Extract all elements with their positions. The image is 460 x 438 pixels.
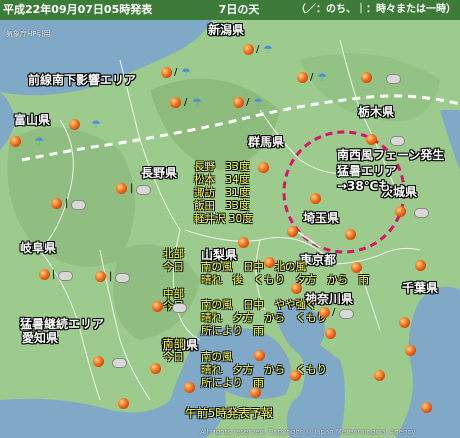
legend-note: （／：のち、｜：時々または一時）: [296, 4, 456, 15]
note-foehn-1: 南西風フェーン発生: [337, 148, 445, 162]
pref-niigata: 新潟県: [208, 23, 245, 37]
sun-icon: [258, 162, 269, 173]
fc-central-wind: 南の風 日中 やや強く: [201, 299, 317, 311]
cloud-icon: [414, 208, 429, 218]
sun-icon: [10, 136, 21, 147]
umbrella-icon: ☂: [317, 71, 327, 84]
temp-row-2: 松本 34度: [194, 174, 250, 186]
sun-icon: [95, 271, 106, 282]
fc-central-weather-2: 所により 雨: [201, 325, 264, 337]
temp-row-3: 諏訪 31度: [194, 187, 250, 199]
sun-icon: [161, 67, 172, 78]
sun-icon: [325, 328, 336, 339]
sun-icon: [290, 370, 301, 381]
umbrella-icon: ☂: [192, 96, 202, 109]
cloud-icon: [390, 136, 405, 146]
sun-icon: [351, 262, 362, 273]
cloud-icon: [112, 358, 127, 368]
sun-icon: [170, 97, 181, 108]
pref-saitama: 埼玉県: [303, 211, 340, 225]
sun-icon: [118, 398, 129, 409]
cloud-icon: [115, 273, 130, 283]
cloud-icon: [339, 309, 354, 319]
source-credit: 気象庁HP引用: [6, 30, 51, 38]
sun-icon: [238, 237, 249, 248]
cloud-icon: [58, 271, 73, 281]
sun-icon: [254, 350, 265, 361]
sun-icon: [395, 206, 406, 217]
sun-icon: [366, 134, 377, 145]
temp-row-1: 長野 33度: [194, 161, 250, 173]
fc-south-weather: 晴れ 夕方 から くもり: [201, 364, 327, 376]
sun-icon: [152, 301, 163, 312]
sun-icon: [345, 229, 356, 240]
cloud-icon: [172, 303, 187, 313]
pref-nagano: 長野県: [141, 166, 178, 180]
sun-icon: [405, 345, 416, 356]
day-label: 7日の天気: [214, 0, 264, 36]
sun-icon: [93, 356, 104, 367]
sun-icon: [297, 72, 308, 83]
forecast-footer: 午前5時発表予報: [185, 406, 273, 420]
sun-icon: [243, 44, 254, 55]
umbrella-icon: ☂: [91, 118, 101, 131]
sun-icon: [150, 363, 161, 374]
fc-north-region: 北部: [163, 248, 184, 260]
sun-icon: [233, 97, 244, 108]
sun-icon: [39, 269, 50, 280]
fc-north-wind: 南の風 日中 北の風: [201, 261, 306, 273]
sun-icon: [310, 193, 321, 204]
cloud-icon: [71, 200, 86, 210]
sun-icon: [250, 387, 261, 398]
umbrella-icon: ☂: [253, 96, 263, 109]
sun-icon: [69, 119, 80, 130]
sun-icon: [399, 317, 410, 328]
sun-icon: [421, 402, 432, 413]
sun-icon: [374, 370, 385, 381]
umbrella-icon: ☂: [181, 66, 191, 79]
pref-gunma: 群馬県: [248, 135, 285, 149]
sun-icon: [287, 226, 298, 237]
pref-toyama: 富山県: [14, 113, 51, 127]
sun-icon: [264, 257, 275, 268]
sun-icon: [319, 307, 330, 318]
umbrella-icon: ☂: [34, 135, 44, 148]
pref-chiba: 千葉県: [402, 281, 439, 295]
note-front-south: 前線南下影響エリア: [28, 73, 137, 87]
pref-gifu: 岐阜県: [20, 241, 57, 255]
temp-row-4: 飯田 33度: [194, 200, 250, 212]
umbrella-icon: ☂: [263, 43, 273, 56]
sun-icon: [415, 260, 426, 271]
weather-map: 平成22年09月07日05時発表 7日の天気 （／：のち、｜：時々または一時） …: [0, 0, 460, 438]
sun-icon: [116, 183, 127, 194]
pref-tochigi: 栃木県: [358, 105, 395, 119]
copyright: All rights reserved. Copyright © Japan M…: [200, 428, 416, 436]
fc-south-day: 今日: [163, 351, 184, 363]
fc-central-weather: 晴れ 夕方 から くもり: [201, 312, 327, 324]
sun-icon: [51, 198, 62, 209]
fc-central-region: 中部: [163, 288, 184, 300]
sun-icon: [291, 283, 302, 294]
fc-south-region: 南部: [163, 338, 184, 350]
sun-icon: [184, 382, 195, 393]
temp-row-5: 軽井沢 30度: [194, 213, 253, 225]
note-foehn-3: →38℃も: [337, 179, 391, 193]
cloud-icon: [136, 185, 151, 195]
fc-south-wind: 南の風: [201, 351, 233, 363]
cloud-icon: [386, 74, 401, 84]
note-heat-continues: 猛暑継続エリア: [20, 317, 105, 331]
issued-time-label: 平成22年09月07日05時発表: [0, 0, 161, 20]
fc-north-day: 今日: [163, 261, 184, 273]
sun-icon: [361, 72, 372, 83]
fc-north-weather: 晴れ 後 くもり 夕方 から 雨: [201, 274, 369, 286]
